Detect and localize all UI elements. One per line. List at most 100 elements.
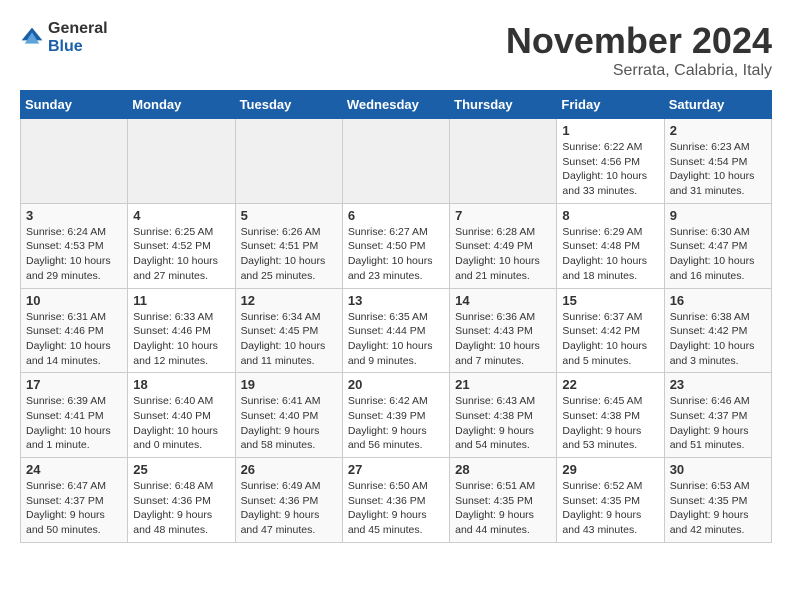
day-number: 18 [133, 377, 229, 392]
day-info: Sunrise: 6:51 AM Sunset: 4:35 PM Dayligh… [455, 479, 551, 538]
calendar-cell [235, 119, 342, 204]
calendar-cell: 2 Sunrise: 6:23 AM Sunset: 4:54 PM Daylig… [664, 119, 771, 204]
calendar-cell: 25 Sunrise: 6:48 AM Sunset: 4:36 PM Dayli… [128, 458, 235, 543]
logo-icon [20, 26, 44, 50]
day-info: Sunrise: 6:28 AM Sunset: 4:49 PM Dayligh… [455, 225, 551, 284]
day-info: Sunrise: 6:22 AM Sunset: 4:56 PM Dayligh… [562, 140, 658, 199]
calendar-cell: 26Sunrise: 6:49 AM Sunset: 4:36 PM Dayli… [235, 458, 342, 543]
weekday-header: Thursday [450, 91, 557, 119]
day-number: 6 [348, 208, 444, 223]
day-number: 21 [455, 377, 551, 392]
calendar-week-row: 1 Sunrise: 6:22 AM Sunset: 4:56 PM Daylig… [21, 119, 772, 204]
weekday-header: Saturday [664, 91, 771, 119]
header-row: SundayMondayTuesdayWednesdayThursdayFrid… [21, 91, 772, 119]
day-info: Sunrise: 6:41 AM Sunset: 4:40 PM Dayligh… [241, 394, 337, 453]
calendar-week-row: 24 Sunrise: 6:47 AM Sunset: 4:37 PM Dayli… [21, 458, 772, 543]
day-info: Sunrise: 6:24 AM Sunset: 4:53 PM Dayligh… [26, 225, 122, 284]
day-number: 10 [26, 293, 122, 308]
day-info: Sunrise: 6:53 AM Sunset: 4:35 PM Dayligh… [670, 479, 766, 538]
day-number: 3 [26, 208, 122, 223]
subtitle: Serrata, Calabria, Italy [506, 62, 772, 80]
calendar-cell: 22 Sunrise: 6:45 AM Sunset: 4:38 PM Dayli… [557, 373, 664, 458]
day-number: 5 [241, 208, 337, 223]
day-info: Sunrise: 6:35 AM Sunset: 4:44 PM Dayligh… [348, 310, 444, 369]
calendar-cell: 13 Sunrise: 6:35 AM Sunset: 4:44 PM Dayli… [342, 288, 449, 373]
calendar-cell: 8Sunrise: 6:29 AM Sunset: 4:48 PM Daylig… [557, 203, 664, 288]
day-info: Sunrise: 6:42 AM Sunset: 4:39 PM Dayligh… [348, 394, 444, 453]
calendar-week-row: 10 Sunrise: 6:31 AM Sunset: 4:46 PM Dayli… [21, 288, 772, 373]
calendar-cell: 15Sunrise: 6:37 AM Sunset: 4:42 PM Dayli… [557, 288, 664, 373]
day-number: 29 [562, 462, 658, 477]
day-info: Sunrise: 6:39 AM Sunset: 4:41 PM Dayligh… [26, 394, 122, 453]
calendar-cell: 1 Sunrise: 6:22 AM Sunset: 4:56 PM Daylig… [557, 119, 664, 204]
calendar-cell: 5 Sunrise: 6:26 AM Sunset: 4:51 PM Daylig… [235, 203, 342, 288]
day-number: 2 [670, 123, 766, 138]
calendar-cell: 14 Sunrise: 6:36 AM Sunset: 4:43 PM Dayli… [450, 288, 557, 373]
day-number: 9 [670, 208, 766, 223]
weekday-header: Tuesday [235, 91, 342, 119]
day-number: 23 [670, 377, 766, 392]
day-info: Sunrise: 6:45 AM Sunset: 4:38 PM Dayligh… [562, 394, 658, 453]
calendar-cell: 4Sunrise: 6:25 AM Sunset: 4:52 PM Daylig… [128, 203, 235, 288]
calendar-cell [128, 119, 235, 204]
day-info: Sunrise: 6:50 AM Sunset: 4:36 PM Dayligh… [348, 479, 444, 538]
day-number: 15 [562, 293, 658, 308]
calendar-cell: 18 Sunrise: 6:40 AM Sunset: 4:40 PM Dayli… [128, 373, 235, 458]
calendar-cell: 21Sunrise: 6:43 AM Sunset: 4:38 PM Dayli… [450, 373, 557, 458]
weekday-header: Monday [128, 91, 235, 119]
day-number: 14 [455, 293, 551, 308]
day-info: Sunrise: 6:27 AM Sunset: 4:50 PM Dayligh… [348, 225, 444, 284]
calendar-cell: 12Sunrise: 6:34 AM Sunset: 4:45 PM Dayli… [235, 288, 342, 373]
day-number: 25 [133, 462, 229, 477]
day-info: Sunrise: 6:36 AM Sunset: 4:43 PM Dayligh… [455, 310, 551, 369]
day-number: 20 [348, 377, 444, 392]
day-info: Sunrise: 6:49 AM Sunset: 4:36 PM Dayligh… [241, 479, 337, 538]
day-info: Sunrise: 6:52 AM Sunset: 4:35 PM Dayligh… [562, 479, 658, 538]
calendar-cell: 28Sunrise: 6:51 AM Sunset: 4:35 PM Dayli… [450, 458, 557, 543]
calendar-cell: 27 Sunrise: 6:50 AM Sunset: 4:36 PM Dayli… [342, 458, 449, 543]
day-number: 1 [562, 123, 658, 138]
calendar-cell: 23 Sunrise: 6:46 AM Sunset: 4:37 PM Dayli… [664, 373, 771, 458]
day-info: Sunrise: 6:40 AM Sunset: 4:40 PM Dayligh… [133, 394, 229, 453]
day-info: Sunrise: 6:47 AM Sunset: 4:37 PM Dayligh… [26, 479, 122, 538]
weekday-header: Sunday [21, 91, 128, 119]
day-info: Sunrise: 6:31 AM Sunset: 4:46 PM Dayligh… [26, 310, 122, 369]
calendar-week-row: 3 Sunrise: 6:24 AM Sunset: 4:53 PM Daylig… [21, 203, 772, 288]
calendar-cell: 3 Sunrise: 6:24 AM Sunset: 4:53 PM Daylig… [21, 203, 128, 288]
day-info: Sunrise: 6:29 AM Sunset: 4:48 PM Dayligh… [562, 225, 658, 284]
day-info: Sunrise: 6:30 AM Sunset: 4:47 PM Dayligh… [670, 225, 766, 284]
calendar-week-row: 17 Sunrise: 6:39 AM Sunset: 4:41 PM Dayli… [21, 373, 772, 458]
day-info: Sunrise: 6:33 AM Sunset: 4:46 PM Dayligh… [133, 310, 229, 369]
day-number: 24 [26, 462, 122, 477]
calendar-cell: 20 Sunrise: 6:42 AM Sunset: 4:39 PM Dayli… [342, 373, 449, 458]
logo-text: General Blue [48, 20, 108, 55]
calendar-cell: 16Sunrise: 6:38 AM Sunset: 4:42 PM Dayli… [664, 288, 771, 373]
calendar-cell: 7 Sunrise: 6:28 AM Sunset: 4:49 PM Daylig… [450, 203, 557, 288]
calendar-cell: 29 Sunrise: 6:52 AM Sunset: 4:35 PM Dayli… [557, 458, 664, 543]
month-title: November 2024 [506, 20, 772, 62]
day-info: Sunrise: 6:26 AM Sunset: 4:51 PM Dayligh… [241, 225, 337, 284]
day-number: 7 [455, 208, 551, 223]
calendar-cell: 11 Sunrise: 6:33 AM Sunset: 4:46 PM Dayli… [128, 288, 235, 373]
day-number: 22 [562, 377, 658, 392]
weekday-header: Friday [557, 91, 664, 119]
day-number: 17 [26, 377, 122, 392]
day-number: 13 [348, 293, 444, 308]
page-header: General Blue November 2024 Serrata, Cala… [20, 20, 772, 80]
day-info: Sunrise: 6:48 AM Sunset: 4:36 PM Dayligh… [133, 479, 229, 538]
logo-general: General [48, 20, 108, 38]
calendar-cell [21, 119, 128, 204]
calendar-cell: 30 Sunrise: 6:53 AM Sunset: 4:35 PM Dayli… [664, 458, 771, 543]
day-info: Sunrise: 6:46 AM Sunset: 4:37 PM Dayligh… [670, 394, 766, 453]
logo: General Blue [20, 20, 108, 55]
day-info: Sunrise: 6:34 AM Sunset: 4:45 PM Dayligh… [241, 310, 337, 369]
day-number: 30 [670, 462, 766, 477]
calendar-cell [342, 119, 449, 204]
calendar-cell: 6 Sunrise: 6:27 AM Sunset: 4:50 PM Daylig… [342, 203, 449, 288]
calendar-cell: 9 Sunrise: 6:30 AM Sunset: 4:47 PM Daylig… [664, 203, 771, 288]
calendar-cell: 24 Sunrise: 6:47 AM Sunset: 4:37 PM Dayli… [21, 458, 128, 543]
day-number: 27 [348, 462, 444, 477]
day-info: Sunrise: 6:23 AM Sunset: 4:54 PM Dayligh… [670, 140, 766, 199]
day-number: 11 [133, 293, 229, 308]
calendar-cell [450, 119, 557, 204]
